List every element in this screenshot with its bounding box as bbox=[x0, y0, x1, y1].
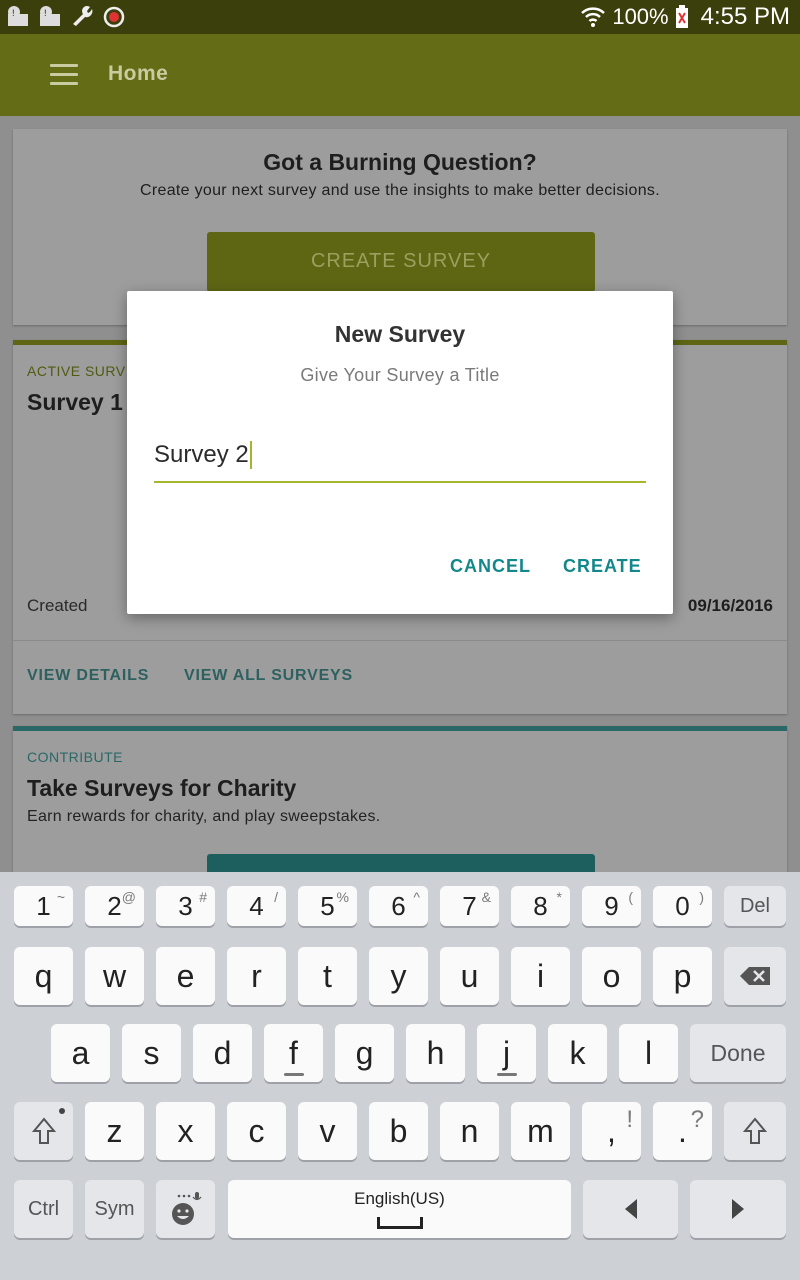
emoji-voice-key[interactable] bbox=[156, 1180, 215, 1238]
contribute-card: CONTRIBUTE Take Surveys for Charity Earn… bbox=[13, 726, 787, 886]
key-n[interactable]: n bbox=[440, 1102, 499, 1160]
backspace-icon bbox=[740, 967, 770, 985]
space-icon bbox=[376, 1217, 423, 1229]
notification-icons: ! ! bbox=[6, 4, 126, 28]
create-button[interactable]: CREATE bbox=[563, 556, 642, 577]
backspace-key[interactable] bbox=[724, 947, 786, 1005]
arrow-left-icon bbox=[624, 1199, 637, 1219]
key-2[interactable]: 2 @ bbox=[85, 886, 144, 926]
key-g[interactable]: g bbox=[335, 1024, 394, 1082]
new-survey-dialog: New Survey Give Your Survey a Title Surv… bbox=[127, 291, 673, 614]
card-title: Take Surveys for Charity bbox=[27, 775, 297, 801]
space-key[interactable]: English(US) bbox=[228, 1180, 571, 1238]
divider bbox=[13, 640, 787, 641]
key-c[interactable]: c bbox=[227, 1102, 286, 1160]
key-5[interactable]: 5% bbox=[298, 886, 357, 926]
key-s[interactable]: s bbox=[122, 1024, 181, 1082]
dialog-subtitle: Give Your Survey a Title bbox=[300, 365, 500, 385]
key-v[interactable]: v bbox=[298, 1102, 357, 1160]
created-date: 09/16/2016 bbox=[687, 596, 773, 615]
key-4[interactable]: 4/ bbox=[227, 886, 286, 926]
card-kicker: ACTIVE SURV bbox=[27, 363, 126, 379]
done-key[interactable]: Done bbox=[690, 1024, 786, 1082]
space-language-label: English(US) bbox=[354, 1189, 445, 1208]
ctrl-key[interactable]: Ctrl bbox=[14, 1180, 73, 1238]
create-survey-button[interactable]: CREATE SURVEY bbox=[207, 232, 595, 292]
text-cursor bbox=[249, 441, 252, 469]
dialog-title: New Survey bbox=[334, 321, 466, 347]
survey-title-input[interactable]: Survey 2 bbox=[154, 431, 646, 483]
key-h[interactable]: h bbox=[406, 1024, 465, 1082]
key-p[interactable]: p bbox=[653, 947, 712, 1005]
key-u[interactable]: u bbox=[440, 947, 499, 1005]
key-z[interactable]: z bbox=[85, 1102, 144, 1160]
shift-icon bbox=[743, 1117, 767, 1144]
key-8[interactable]: 8 * bbox=[511, 886, 570, 926]
hamburger-menu-icon[interactable] bbox=[50, 64, 78, 86]
card-title: Got a Burning Question? bbox=[263, 149, 537, 175]
sym-key[interactable]: Sym bbox=[85, 1180, 144, 1238]
shift-icon bbox=[31, 1117, 56, 1144]
card-subtitle: Create your next survey and use the insi… bbox=[140, 182, 660, 199]
key-w[interactable]: w bbox=[85, 947, 144, 1005]
key-comma[interactable]: ,! bbox=[582, 1102, 641, 1160]
key-y[interactable]: y bbox=[369, 947, 428, 1005]
key-d[interactable]: d bbox=[193, 1024, 252, 1082]
view-details-link[interactable]: VIEW DETAILS bbox=[27, 667, 149, 685]
key-t[interactable]: t bbox=[298, 947, 357, 1005]
key-7[interactable]: 7 & bbox=[440, 886, 499, 926]
survey-title-value: Survey 2 bbox=[154, 441, 249, 468]
key-9[interactable]: 9( bbox=[582, 886, 641, 926]
alert-pin-icon: ! bbox=[8, 6, 28, 26]
key-m[interactable]: m bbox=[511, 1102, 570, 1160]
key-a[interactable]: a bbox=[51, 1024, 110, 1082]
cursor-right-key[interactable] bbox=[690, 1180, 786, 1238]
battery-percent: 100% bbox=[612, 4, 669, 29]
status-bar: ! ! 100% 4:55 PM bbox=[0, 0, 800, 34]
card-kicker: CONTRIBUTE bbox=[27, 749, 123, 765]
do-not-disturb-icon bbox=[103, 6, 125, 28]
soft-keyboard: 1 ~ 2 @ 3 # 4/ 5% 6 ^ 7 & 8 * 9( 0) Del q w e … bbox=[0, 872, 800, 1280]
battery-icon bbox=[675, 5, 688, 28]
cancel-button[interactable]: CANCEL bbox=[450, 556, 531, 577]
key-k[interactable]: k bbox=[548, 1024, 607, 1082]
key-e[interactable]: e bbox=[156, 947, 215, 1005]
emoji-icon bbox=[171, 1192, 201, 1225]
page-title: Home bbox=[108, 62, 169, 85]
key-j[interactable]: j bbox=[477, 1024, 536, 1082]
key-3[interactable]: 3 # bbox=[156, 886, 215, 926]
shift-key-left[interactable] bbox=[14, 1102, 73, 1160]
shift-key-right[interactable] bbox=[724, 1102, 786, 1160]
card-title: Survey 1 bbox=[27, 389, 123, 415]
alert-pin-icon: ! bbox=[40, 6, 60, 26]
key-q[interactable]: q bbox=[14, 947, 73, 1005]
card-subtitle: Earn rewards for charity, and play sweep… bbox=[27, 808, 381, 825]
key-x[interactable]: x bbox=[156, 1102, 215, 1160]
key-1[interactable]: 1 ~ bbox=[14, 886, 73, 926]
clock: 4:55 PM bbox=[700, 3, 790, 30]
key-b[interactable]: b bbox=[369, 1102, 428, 1160]
key-l[interactable]: l bbox=[619, 1024, 678, 1082]
key-i[interactable]: i bbox=[511, 947, 570, 1005]
key-6[interactable]: 6 ^ bbox=[369, 886, 428, 926]
key-f[interactable]: f bbox=[264, 1024, 323, 1082]
arrow-right-icon bbox=[732, 1199, 744, 1219]
cursor-left-key[interactable] bbox=[583, 1180, 678, 1238]
key-period[interactable]: .? bbox=[653, 1102, 712, 1160]
del-key[interactable]: Del bbox=[724, 886, 786, 926]
view-all-surveys-link[interactable]: VIEW ALL SURVEYS bbox=[184, 667, 353, 685]
app-bar: Home bbox=[0, 34, 800, 116]
key-r[interactable]: r bbox=[227, 947, 286, 1005]
wrench-icon bbox=[73, 6, 93, 27]
svg-text:!: ! bbox=[44, 9, 48, 19]
wifi-icon bbox=[581, 7, 606, 27]
status-right: 100% 4:55 PM bbox=[580, 3, 790, 31]
key-0[interactable]: 0) bbox=[653, 886, 712, 926]
key-o[interactable]: o bbox=[582, 947, 641, 1005]
created-label: Created bbox=[27, 596, 88, 615]
svg-text:!: ! bbox=[12, 9, 16, 19]
